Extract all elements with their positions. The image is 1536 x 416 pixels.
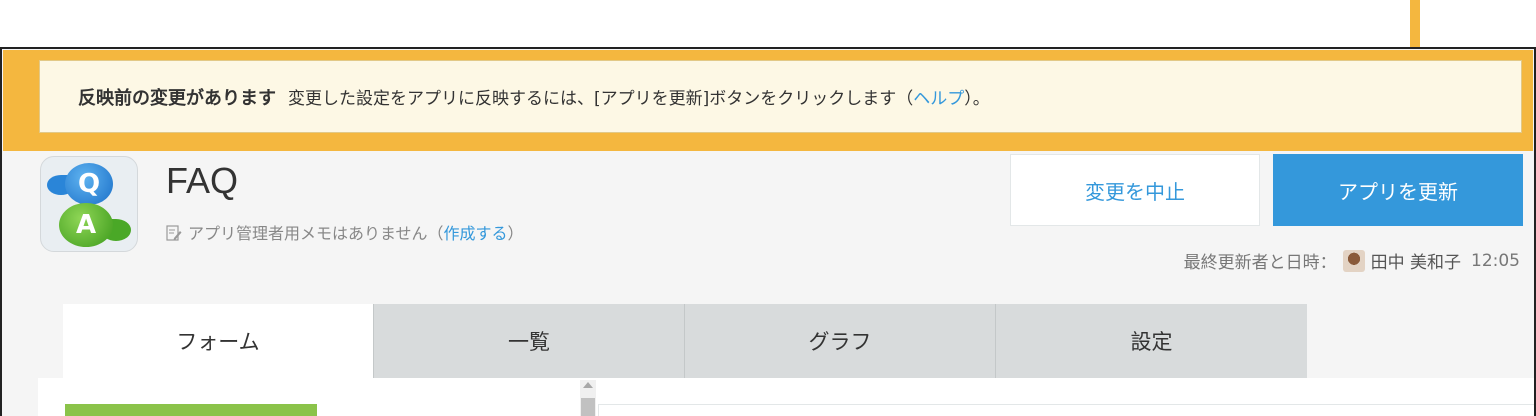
scrollbar-thumb[interactable] bbox=[581, 398, 595, 416]
memo-text: アプリ管理者用メモはありません（ bbox=[188, 224, 444, 243]
memo-suffix: ） bbox=[507, 224, 524, 243]
app-memo: アプリ管理者用メモはありません（ 作成する） bbox=[166, 220, 524, 244]
create-memo-link[interactable]: 作成する bbox=[444, 220, 508, 244]
memo-edit-icon bbox=[166, 224, 182, 241]
scroll-up-arrow-icon[interactable] bbox=[583, 382, 593, 388]
tab-form[interactable]: フォーム bbox=[63, 304, 374, 378]
pending-changes-notice: 反映前の変更があります 変更した設定をアプリに反映するには、[アプリを更新]ボタ… bbox=[39, 60, 1522, 133]
callout-connector bbox=[1410, 0, 1420, 50]
update-app-button[interactable]: アプリを更新 bbox=[1273, 154, 1523, 226]
settings-tabs: フォーム 一覧 グラフ 設定 bbox=[63, 304, 1307, 378]
field-palette-item[interactable] bbox=[65, 404, 317, 416]
tab-graph[interactable]: グラフ bbox=[685, 304, 996, 378]
app-icon: Q A bbox=[40, 156, 138, 252]
last-updated-time: 12:05 bbox=[1471, 250, 1520, 271]
app-title: FAQ bbox=[166, 160, 239, 201]
notice-title: 反映前の変更があります bbox=[78, 87, 276, 109]
a-bubble-icon: A bbox=[59, 203, 113, 247]
tab-settings[interactable]: 設定 bbox=[996, 304, 1307, 378]
last-updated-user[interactable]: 田中 美和子 bbox=[1371, 248, 1461, 273]
cancel-changes-button[interactable]: 変更を中止 bbox=[1010, 154, 1260, 226]
last-updated-info: 最終更新者と日時： 田中 美和子 12:05 bbox=[1184, 248, 1520, 273]
notice-body-prefix: 変更した設定をアプリに反映するには、[アプリを更新]ボタンをクリックします（ bbox=[288, 89, 914, 109]
q-bubble-icon: Q bbox=[65, 163, 113, 205]
notice-body: 変更した設定をアプリに反映するには、[アプリを更新]ボタンをクリックします（ヘル… bbox=[288, 84, 990, 109]
tab-list[interactable]: 一覧 bbox=[374, 304, 685, 378]
notice-body-suffix: ）。 bbox=[964, 89, 990, 109]
last-updated-label: 最終更新者と日時： bbox=[1183, 253, 1337, 273]
user-avatar bbox=[1342, 249, 1365, 272]
form-canvas bbox=[598, 404, 1534, 416]
help-link[interactable]: ヘルプ bbox=[913, 89, 964, 109]
